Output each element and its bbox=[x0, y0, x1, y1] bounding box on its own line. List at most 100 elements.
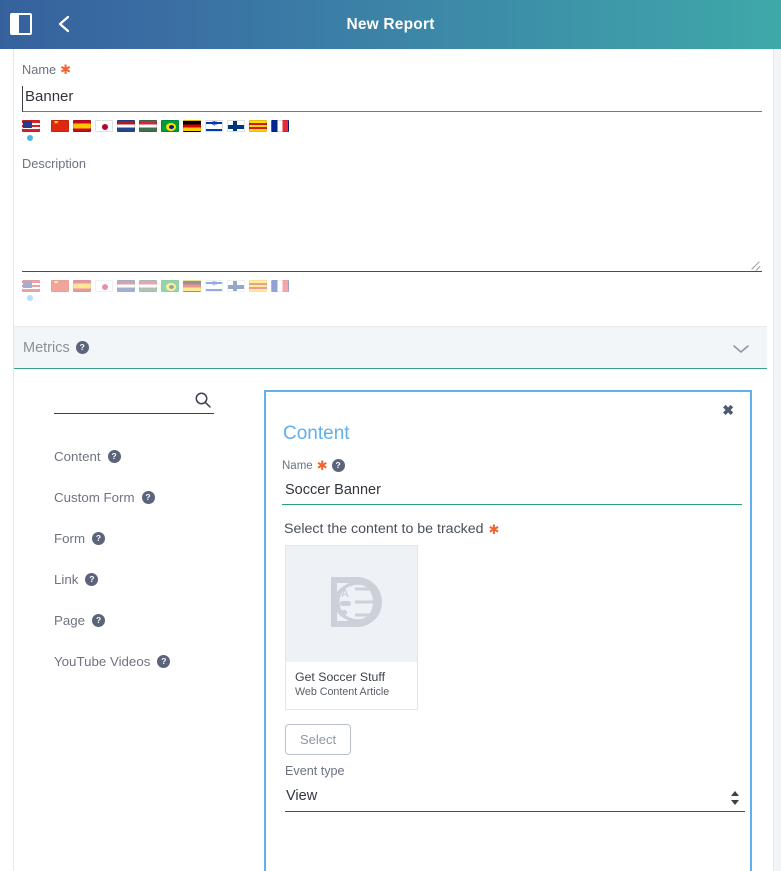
language-flag-ca[interactable] bbox=[249, 120, 267, 132]
card-body: Get Soccer Stuff Web Content Article bbox=[286, 662, 417, 709]
name-field-label: Name ✱ bbox=[22, 62, 759, 77]
help-icon[interactable]: ? bbox=[85, 573, 99, 586]
required-asterisk-icon: ✱ bbox=[316, 458, 328, 473]
app-header: New Report bbox=[0, 0, 781, 49]
event-type-select[interactable]: View bbox=[285, 786, 745, 812]
help-icon[interactable]: ? bbox=[75, 341, 89, 354]
catalonia-flag-icon bbox=[249, 280, 267, 292]
spain-flag-icon bbox=[73, 120, 91, 132]
desc-language-flag-il[interactable] bbox=[205, 280, 223, 292]
name-label-text: Name bbox=[22, 62, 57, 77]
metric-search[interactable] bbox=[54, 388, 214, 414]
brazil-flag-icon bbox=[161, 120, 179, 132]
language-flag-il[interactable] bbox=[205, 120, 223, 132]
help-icon[interactable]: ? bbox=[92, 532, 106, 545]
metric-item-custom-form[interactable]: Custom Form ? bbox=[54, 477, 264, 518]
desc-language-flag-de[interactable] bbox=[183, 280, 201, 292]
metric-item-label: Link bbox=[54, 572, 79, 587]
metric-item-label: Custom Form bbox=[54, 490, 135, 505]
united-states-flag-icon bbox=[22, 120, 40, 132]
report-form: Name ✱ Description bbox=[0, 49, 781, 302]
language-flag-es[interactable] bbox=[73, 120, 91, 132]
chevron-down-icon[interactable] bbox=[731, 342, 751, 354]
metric-item-link[interactable]: Link ? bbox=[54, 559, 264, 600]
content-name-label: Name ✱ ? bbox=[282, 459, 728, 472]
metric-item-label: Form bbox=[54, 531, 86, 546]
web-content-article-icon: A bbox=[319, 569, 385, 640]
selected-language-dot bbox=[27, 135, 33, 141]
select-button[interactable]: Select bbox=[285, 724, 352, 755]
help-icon[interactable]: ? bbox=[141, 491, 155, 504]
language-flag-de[interactable] bbox=[183, 120, 201, 132]
metric-item-page[interactable]: Page ? bbox=[54, 600, 264, 641]
language-flag-hu[interactable] bbox=[139, 120, 157, 132]
select-content-label: Select the content to be tracked ✱ bbox=[284, 521, 728, 537]
help-icon[interactable]: ? bbox=[107, 450, 121, 463]
language-flag-nl[interactable] bbox=[117, 120, 135, 132]
desc-language-flag-us[interactable] bbox=[22, 280, 40, 301]
metrics-body: Content ? Custom Form ? Form ? Link ? Pa… bbox=[14, 369, 767, 871]
event-type-label: Event type bbox=[285, 764, 345, 778]
required-asterisk-icon: ✱ bbox=[488, 521, 500, 537]
desc-language-flag-fr[interactable] bbox=[271, 280, 289, 292]
metrics-title-text: Metrics bbox=[23, 339, 70, 356]
france-flag-icon bbox=[271, 120, 289, 132]
desc-language-flag-es[interactable] bbox=[73, 280, 91, 292]
desc-language-flag-hu[interactable] bbox=[139, 280, 157, 292]
content-name-label-text: Name bbox=[282, 459, 313, 472]
metrics-section-header[interactable]: Metrics ? bbox=[14, 326, 767, 369]
language-flag-us[interactable] bbox=[22, 120, 40, 141]
spain-flag-icon bbox=[73, 280, 91, 292]
metric-item-content[interactable]: Content ? bbox=[54, 436, 264, 477]
metric-item-form[interactable]: Form ? bbox=[54, 518, 264, 559]
desc-language-flag-nl[interactable] bbox=[117, 280, 135, 292]
page-scrollbar[interactable] bbox=[773, 49, 781, 871]
desc-language-flag-jp[interactable] bbox=[95, 280, 113, 292]
card-title: Get Soccer Stuff bbox=[295, 670, 385, 684]
card-subtitle: Web Content Article bbox=[295, 686, 390, 698]
close-icon[interactable]: ✖ bbox=[722, 403, 734, 417]
desc-language-flag-cn[interactable] bbox=[51, 280, 69, 292]
japan-flag-icon bbox=[95, 120, 113, 132]
description-textarea[interactable] bbox=[22, 180, 762, 272]
search-icon[interactable] bbox=[194, 391, 212, 414]
metrics-title: Metrics ? bbox=[23, 340, 89, 356]
language-flag-fr[interactable] bbox=[271, 120, 289, 132]
hungary-flag-icon bbox=[139, 120, 157, 132]
metric-type-items: Content ? Custom Form ? Form ? Link ? Pa… bbox=[54, 436, 264, 682]
china-flag-icon bbox=[51, 120, 69, 132]
content-metric-panel: ✖ Content Name ✱ ? Select the content to… bbox=[264, 390, 752, 871]
desc-language-flag-br[interactable] bbox=[161, 280, 179, 292]
page-title: New Report bbox=[346, 15, 435, 33]
search-input[interactable] bbox=[54, 393, 184, 408]
desc-language-flag-fi[interactable] bbox=[227, 280, 245, 292]
japan-flag-icon bbox=[95, 280, 113, 292]
help-icon[interactable]: ? bbox=[92, 614, 106, 627]
help-icon[interactable]: ? bbox=[157, 655, 171, 668]
desc-language-flag-ca[interactable] bbox=[249, 280, 267, 292]
language-flag-cn[interactable] bbox=[51, 120, 69, 132]
metric-item-youtube-videos[interactable]: YouTube Videos ? bbox=[54, 641, 264, 682]
page-body: Name ✱ Description bbox=[0, 49, 781, 871]
brazil-flag-icon bbox=[161, 280, 179, 292]
required-asterisk-icon: ✱ bbox=[60, 62, 72, 77]
metric-item-label: Content bbox=[54, 449, 101, 464]
name-input[interactable] bbox=[22, 86, 762, 112]
content-panel-title: Content bbox=[283, 423, 350, 444]
germany-flag-icon bbox=[183, 120, 201, 132]
selected-content-card[interactable]: A Get Soccer Stuff Web Content Article bbox=[285, 545, 418, 710]
language-flag-jp[interactable] bbox=[95, 120, 113, 132]
china-flag-icon bbox=[51, 280, 69, 292]
card-thumbnail: A bbox=[286, 546, 417, 662]
finland-flag-icon bbox=[227, 120, 245, 132]
content-name-input[interactable] bbox=[282, 480, 742, 505]
language-flag-br[interactable] bbox=[161, 120, 179, 132]
description-language-flags bbox=[22, 280, 759, 302]
event-type-select-wrap: View bbox=[285, 786, 745, 812]
united-states-flag-icon bbox=[22, 280, 40, 292]
catalonia-flag-icon bbox=[249, 120, 267, 132]
language-flag-fi[interactable] bbox=[227, 120, 245, 132]
help-icon[interactable]: ? bbox=[331, 459, 345, 472]
israel-flag-icon bbox=[205, 120, 223, 132]
description-textarea-wrap bbox=[22, 180, 762, 272]
